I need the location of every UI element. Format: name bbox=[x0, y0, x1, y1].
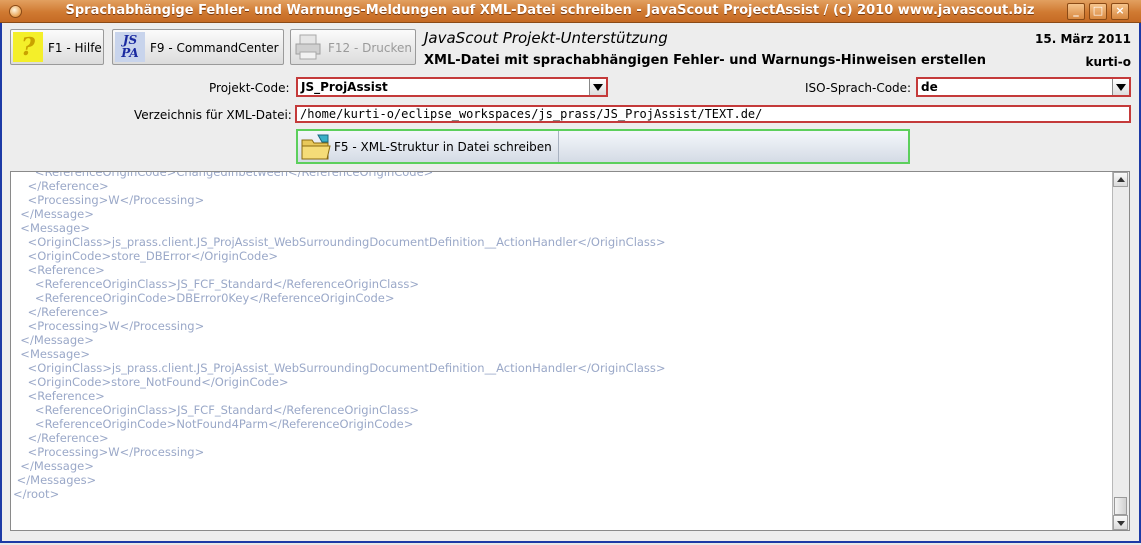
window-menu-icon[interactable] bbox=[9, 5, 22, 18]
jspa-logo-bottom: PA bbox=[121, 46, 139, 60]
xml-line: </Reference> bbox=[13, 305, 109, 319]
folder-write-icon bbox=[301, 134, 331, 160]
command-center-button[interactable]: JS PA F9 - CommandCenter bbox=[112, 29, 284, 65]
vertical-scrollbar[interactable] bbox=[1112, 172, 1129, 530]
printer-icon bbox=[295, 34, 321, 60]
iso-language-value: de bbox=[921, 80, 938, 94]
scroll-down-icon[interactable] bbox=[1113, 515, 1128, 530]
xml-line: <Processing>W</Processing> bbox=[13, 193, 205, 207]
xml-output-content: <ReferenceOriginCode>ChangedInbetween</R… bbox=[13, 171, 666, 501]
xml-line: <Processing>W</Processing> bbox=[13, 445, 205, 459]
title-bar[interactable]: Sprachabhängige Fehler- und Warnungs-Mel… bbox=[0, 0, 1141, 23]
xml-output-textarea[interactable]: <ReferenceOriginCode>ChangedInbetween</R… bbox=[10, 171, 1130, 531]
write-xml-button[interactable]: F5 - XML-Struktur in Datei schreiben bbox=[296, 129, 910, 164]
project-code-value: JS_ProjAssist bbox=[301, 80, 388, 94]
scroll-up-icon[interactable] bbox=[1113, 172, 1128, 187]
scrollbar-thumb[interactable] bbox=[1114, 497, 1127, 515]
xml-line: <OriginCode>store_DBError</OriginCode> bbox=[13, 249, 279, 263]
xml-line: <ReferenceOriginCode>ChangedInbetween</R… bbox=[13, 171, 434, 179]
minimize-icon[interactable]: _ bbox=[1067, 3, 1085, 20]
xml-line: </Messages> bbox=[13, 473, 97, 487]
jspa-logo-icon: JS PA bbox=[115, 32, 145, 62]
xml-line: </Reference> bbox=[13, 179, 109, 193]
project-code-label: Projekt-Code: bbox=[209, 81, 290, 95]
xml-line: </Message> bbox=[13, 459, 94, 473]
xml-line: </Reference> bbox=[13, 431, 109, 445]
xml-line: <ReferenceOriginClass>JS_FCF_Standard</R… bbox=[13, 277, 419, 291]
xml-line: <Reference> bbox=[13, 263, 105, 277]
write-xml-button-label: F5 - XML-Struktur in Datei schreiben bbox=[334, 140, 552, 154]
xml-line: <ReferenceOriginCode>DBError0Key</Refere… bbox=[13, 291, 395, 305]
directory-input[interactable]: /home/kurti-o/eclipse_workspaces/js_pras… bbox=[295, 105, 1131, 123]
help-button[interactable]: ? F1 - Hilfe bbox=[10, 29, 104, 65]
xml-line: </root> bbox=[13, 487, 60, 501]
xml-line: <Message> bbox=[13, 221, 90, 235]
xml-line: <Processing>W</Processing> bbox=[13, 319, 205, 333]
xml-line: <OriginClass>js_prass.client.JS_ProjAssi… bbox=[13, 361, 666, 375]
help-icon: ? bbox=[13, 32, 43, 62]
project-code-select[interactable]: JS_ProjAssist bbox=[296, 77, 608, 97]
xml-line: <OriginClass>js_prass.client.JS_ProjAssi… bbox=[13, 235, 666, 249]
help-button-label: F1 - Hilfe bbox=[48, 41, 102, 55]
write-xml-button-face[interactable]: F5 - XML-Struktur in Datei schreiben bbox=[298, 131, 559, 162]
xml-line: <Message> bbox=[13, 347, 90, 361]
xml-line: <Reference> bbox=[13, 389, 105, 403]
window-title: Sprachabhängige Fehler- und Warnungs-Mel… bbox=[65, 3, 1035, 18]
xml-line: </Message> bbox=[13, 207, 94, 221]
chevron-down-icon[interactable] bbox=[1112, 79, 1129, 95]
user-name: kurti-o bbox=[1085, 55, 1131, 69]
xml-line: <ReferenceOriginClass>JS_FCF_Standard</R… bbox=[13, 403, 419, 417]
close-icon[interactable]: × bbox=[1111, 3, 1129, 20]
chevron-down-icon[interactable] bbox=[589, 79, 606, 95]
iso-language-select[interactable]: de bbox=[916, 77, 1131, 97]
xml-line: <OriginCode>store_NotFound</OriginCode> bbox=[13, 375, 289, 389]
page-subtitle: XML-Datei mit sprachabhängigen Fehler- u… bbox=[424, 53, 986, 68]
directory-label: Verzeichnis für XML-Datei: bbox=[134, 108, 292, 122]
xml-line: </Message> bbox=[13, 333, 94, 347]
xml-line: <ReferenceOriginCode>NotFound4Parm</Refe… bbox=[13, 417, 414, 431]
print-button[interactable]: F12 - Drucken bbox=[290, 29, 416, 65]
command-center-label: F9 - CommandCenter bbox=[150, 41, 279, 55]
iso-language-label: ISO-Sprach-Code: bbox=[805, 81, 912, 95]
maximize-icon[interactable]: □ bbox=[1089, 3, 1107, 20]
app-title: JavaScout Projekt-Unterstützung bbox=[424, 29, 668, 47]
print-button-label: F12 - Drucken bbox=[328, 41, 413, 55]
current-date: 15. März 2011 bbox=[1035, 32, 1131, 46]
